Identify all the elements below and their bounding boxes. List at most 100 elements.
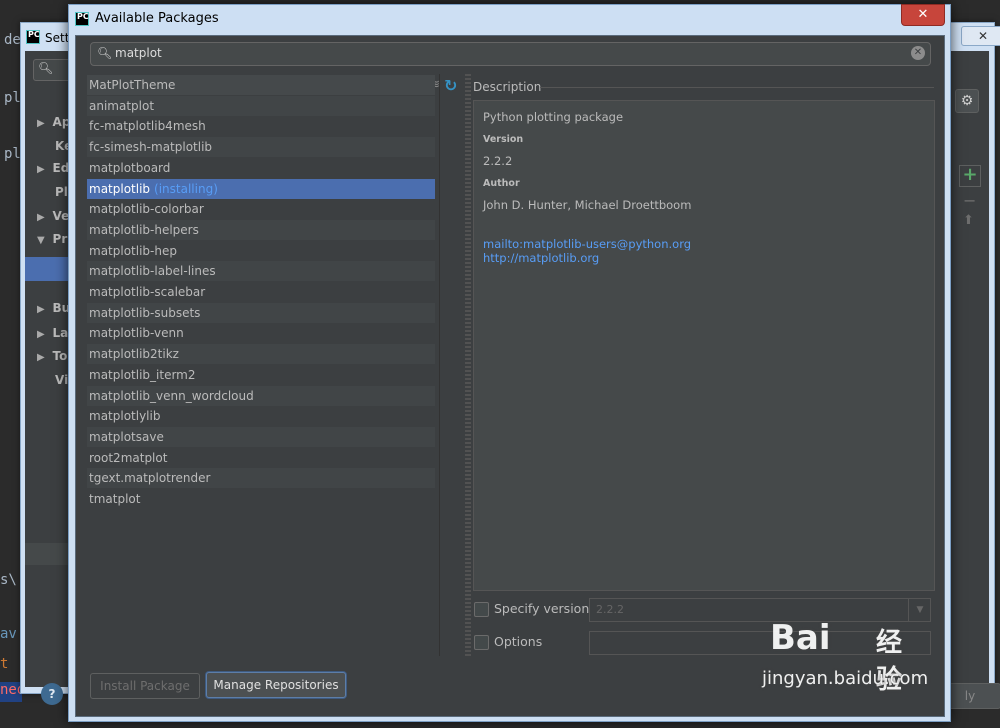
dialog-close-button[interactable]: ✕ [901,4,945,26]
package-list-item[interactable]: matplotlib-label-lines [87,261,435,282]
settings-tree-item[interactable]: ▼ Pr [37,232,67,246]
tree-item-label: Ve [52,209,70,223]
package-name: matplotlib_iterm2 [89,367,196,382]
package-search-input[interactable]: 🔍︎ matplot ✕ [90,42,931,66]
clear-search-icon[interactable]: ✕ [911,46,925,60]
package-list-item[interactable]: matplotlib_venn_wordcloud [87,385,435,406]
package-list-item[interactable]: matplotlylib [87,406,435,426]
settings-tree-item[interactable]: ▶ To [37,349,67,363]
package-name: matplotlib-venn [89,326,184,341]
watermark-url: jingyan.baidu.com [762,668,929,689]
version-value: 2.2.2 [483,154,513,168]
package-name: MatPlotTheme [89,78,176,92]
search-icon: 🔍︎ [97,46,113,60]
package-name: matplotlib-colorbar [89,202,204,217]
package-name: matplotlib-hep [89,243,177,258]
package-name: matplotsave [89,429,164,444]
package-list-item[interactable]: matplotlib (installing) [87,178,435,199]
description-label: Description [473,80,542,94]
tree-item-label: Pl [55,185,68,199]
author-value: John D. Hunter, Michael Droettboom [483,198,692,212]
upgrade-package-button[interactable]: ⬆ [963,213,974,228]
package-list-item[interactable]: matplotlib2tikz [87,344,435,365]
available-packages-dialog: PC Available Packages ✕ 🔍︎ matplot ✕ ≋ M… [68,4,951,722]
specify-version-label: Specify version [494,601,590,616]
settings-tree-item[interactable]: ▶ Ve [37,209,69,223]
package-list-item[interactable]: matplotlib-colorbar [87,199,435,219]
package-name: tgext.matplotrender [89,471,211,486]
description-separator [540,87,934,88]
package-list-item[interactable]: matplotlib-helpers [87,219,435,240]
package-list: ≋ MatPlotTheme animatplot fc-matplotlib4me… [86,74,440,656]
package-list-item[interactable]: tgext.matplotrender [87,468,435,489]
remove-package-button[interactable]: − [963,191,976,210]
manage-repositories-button[interactable]: Manage Repositories [206,672,346,698]
settings-close-button[interactable]: ✕ [961,26,1000,46]
package-list-item[interactable]: matplotlib-scalebar [87,282,435,302]
watermark-brand: Bai [770,618,831,658]
expand-arrow-icon: ▶ [37,304,45,315]
package-name: matplotlib-subsets [89,305,201,320]
specify-version-checkbox[interactable] [474,602,489,617]
pycharm-logo-icon: PC [26,30,40,44]
package-name: matplotlib-label-lines [89,264,216,279]
chevron-down-icon: ▼ [908,599,931,621]
package-name: matplotlib_venn_wordcloud [89,388,254,403]
package-list-item[interactable]: matplotlib-hep [87,241,435,261]
expand-arrow-icon: ▶ [37,118,45,129]
package-name: tmatplot [89,492,141,506]
package-name: root2matplot [89,450,168,465]
package-list-item[interactable]: matplotlib_iterm2 [87,365,435,385]
package-name: matplotlylib [89,409,161,424]
settings-tree-item[interactable]: Pl [55,185,68,199]
version-heading: Version [483,134,524,145]
homepage-link[interactable]: http://matplotlib.org [483,251,599,265]
package-list-item[interactable]: matplotlib-venn [87,323,435,343]
package-name: matplotlib [89,181,151,196]
settings-bottom-strip [25,543,69,565]
version-select-value: 2.2.2 [596,603,624,616]
code-line: t [0,656,9,672]
package-list-item[interactable]: animatplot [87,95,435,116]
options-label: Options [494,634,543,649]
package-list-item[interactable]: fc-simesh-matplotlib [87,137,435,158]
tree-item-label: To [52,349,68,363]
add-package-button[interactable]: + [959,165,981,187]
help-button[interactable]: ? [41,683,63,705]
code-line: pl [4,146,21,162]
package-list-item[interactable]: MatPlotTheme [87,75,435,95]
description-panel: Python plotting package Version 2.2.2 Au… [473,100,935,591]
code-line: pl [4,90,21,106]
dialog-title: Available Packages [95,11,219,26]
settings-tree-item[interactable]: ▶ La [37,326,68,340]
package-list-item[interactable]: fc-matplotlib4mesh [87,116,435,136]
install-package-button[interactable]: Install Package [90,673,200,699]
gear-icon[interactable]: ⚙ [955,89,979,113]
expand-arrow-icon: ▶ [37,352,45,363]
code-line: de [4,32,21,48]
panel-splitter[interactable] [465,74,471,656]
expand-arrow-icon: ▶ [37,164,45,175]
package-list-item[interactable]: matplotboard [87,158,435,178]
package-list-item[interactable]: matplotsave [87,426,435,447]
settings-tree-item[interactable]: ▶ Ed [37,161,69,175]
settings-tree-item[interactable]: ▶ Bu [37,301,70,315]
package-status: (installing) [154,181,218,196]
code-highlight: ned [0,682,25,702]
collapse-arrow-icon: ▼ [37,235,45,246]
package-summary: Python plotting package [483,110,624,124]
pycharm-logo-icon: PC [75,12,89,26]
settings-tree-item[interactable]: ▶ Ap [37,115,70,129]
list-toolbar: ↻ [439,74,464,656]
settings-tree-selection [25,257,69,281]
package-list-item[interactable]: root2matplot [87,448,435,468]
mailing-list-link[interactable]: mailto:matplotlib-users@python.org [483,237,691,251]
settings-tree-item[interactable]: Vi [55,373,68,387]
package-list-item[interactable]: tmatplot [87,489,435,509]
refresh-icon[interactable]: ↻ [444,76,457,95]
version-select[interactable]: 2.2.2 ▼ [589,598,931,622]
package-list-item[interactable]: matplotlib-subsets [87,302,435,323]
tree-item-label: Pr [52,232,68,246]
package-name: matplotboard [89,160,171,175]
options-checkbox[interactable] [474,635,489,650]
